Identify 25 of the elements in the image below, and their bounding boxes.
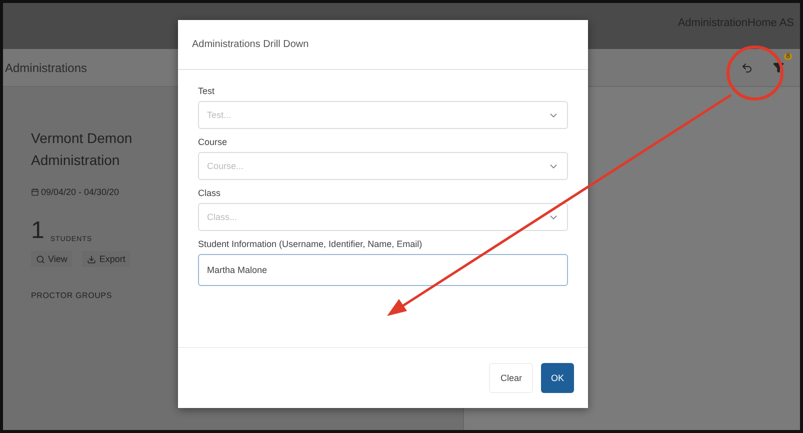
ok-button[interactable]: OK — [540, 363, 574, 393]
calendar-icon — [31, 188, 39, 196]
administration-name: Administration — [31, 151, 120, 170]
section-heading: PROCTOR GROUPS — [31, 291, 113, 300]
select-field[interactable]: Test... — [198, 101, 568, 129]
select-field[interactable]: Class... — [198, 203, 568, 231]
field-label: Class — [198, 188, 222, 198]
page-title: Administrations — [5, 60, 88, 74]
field-label: Test — [198, 86, 216, 96]
filter-icon[interactable] — [773, 62, 784, 73]
download-icon — [87, 254, 96, 264]
field-label: Course — [198, 137, 228, 147]
select-field[interactable]: Course... — [198, 152, 568, 180]
field-label: Student Information (Username, Identifier, Name, Email) — [198, 239, 424, 249]
student-count: 1 — [31, 219, 44, 243]
undo-icon[interactable] — [741, 62, 753, 74]
highlight-circle — [726, 46, 784, 100]
input-field[interactable]: Martha Malone — [198, 254, 568, 286]
view-button[interactable]: View — [31, 251, 72, 267]
date-range: 09/04/20 - 04/30/20 — [41, 187, 120, 197]
clear-button[interactable]: Clear — [489, 363, 533, 393]
dialog-title: Administrations Drill Down — [192, 39, 309, 50]
search-icon — [36, 254, 45, 264]
export-button[interactable]: Export — [82, 251, 130, 267]
administration-name: Vermont Demon — [31, 129, 132, 148]
